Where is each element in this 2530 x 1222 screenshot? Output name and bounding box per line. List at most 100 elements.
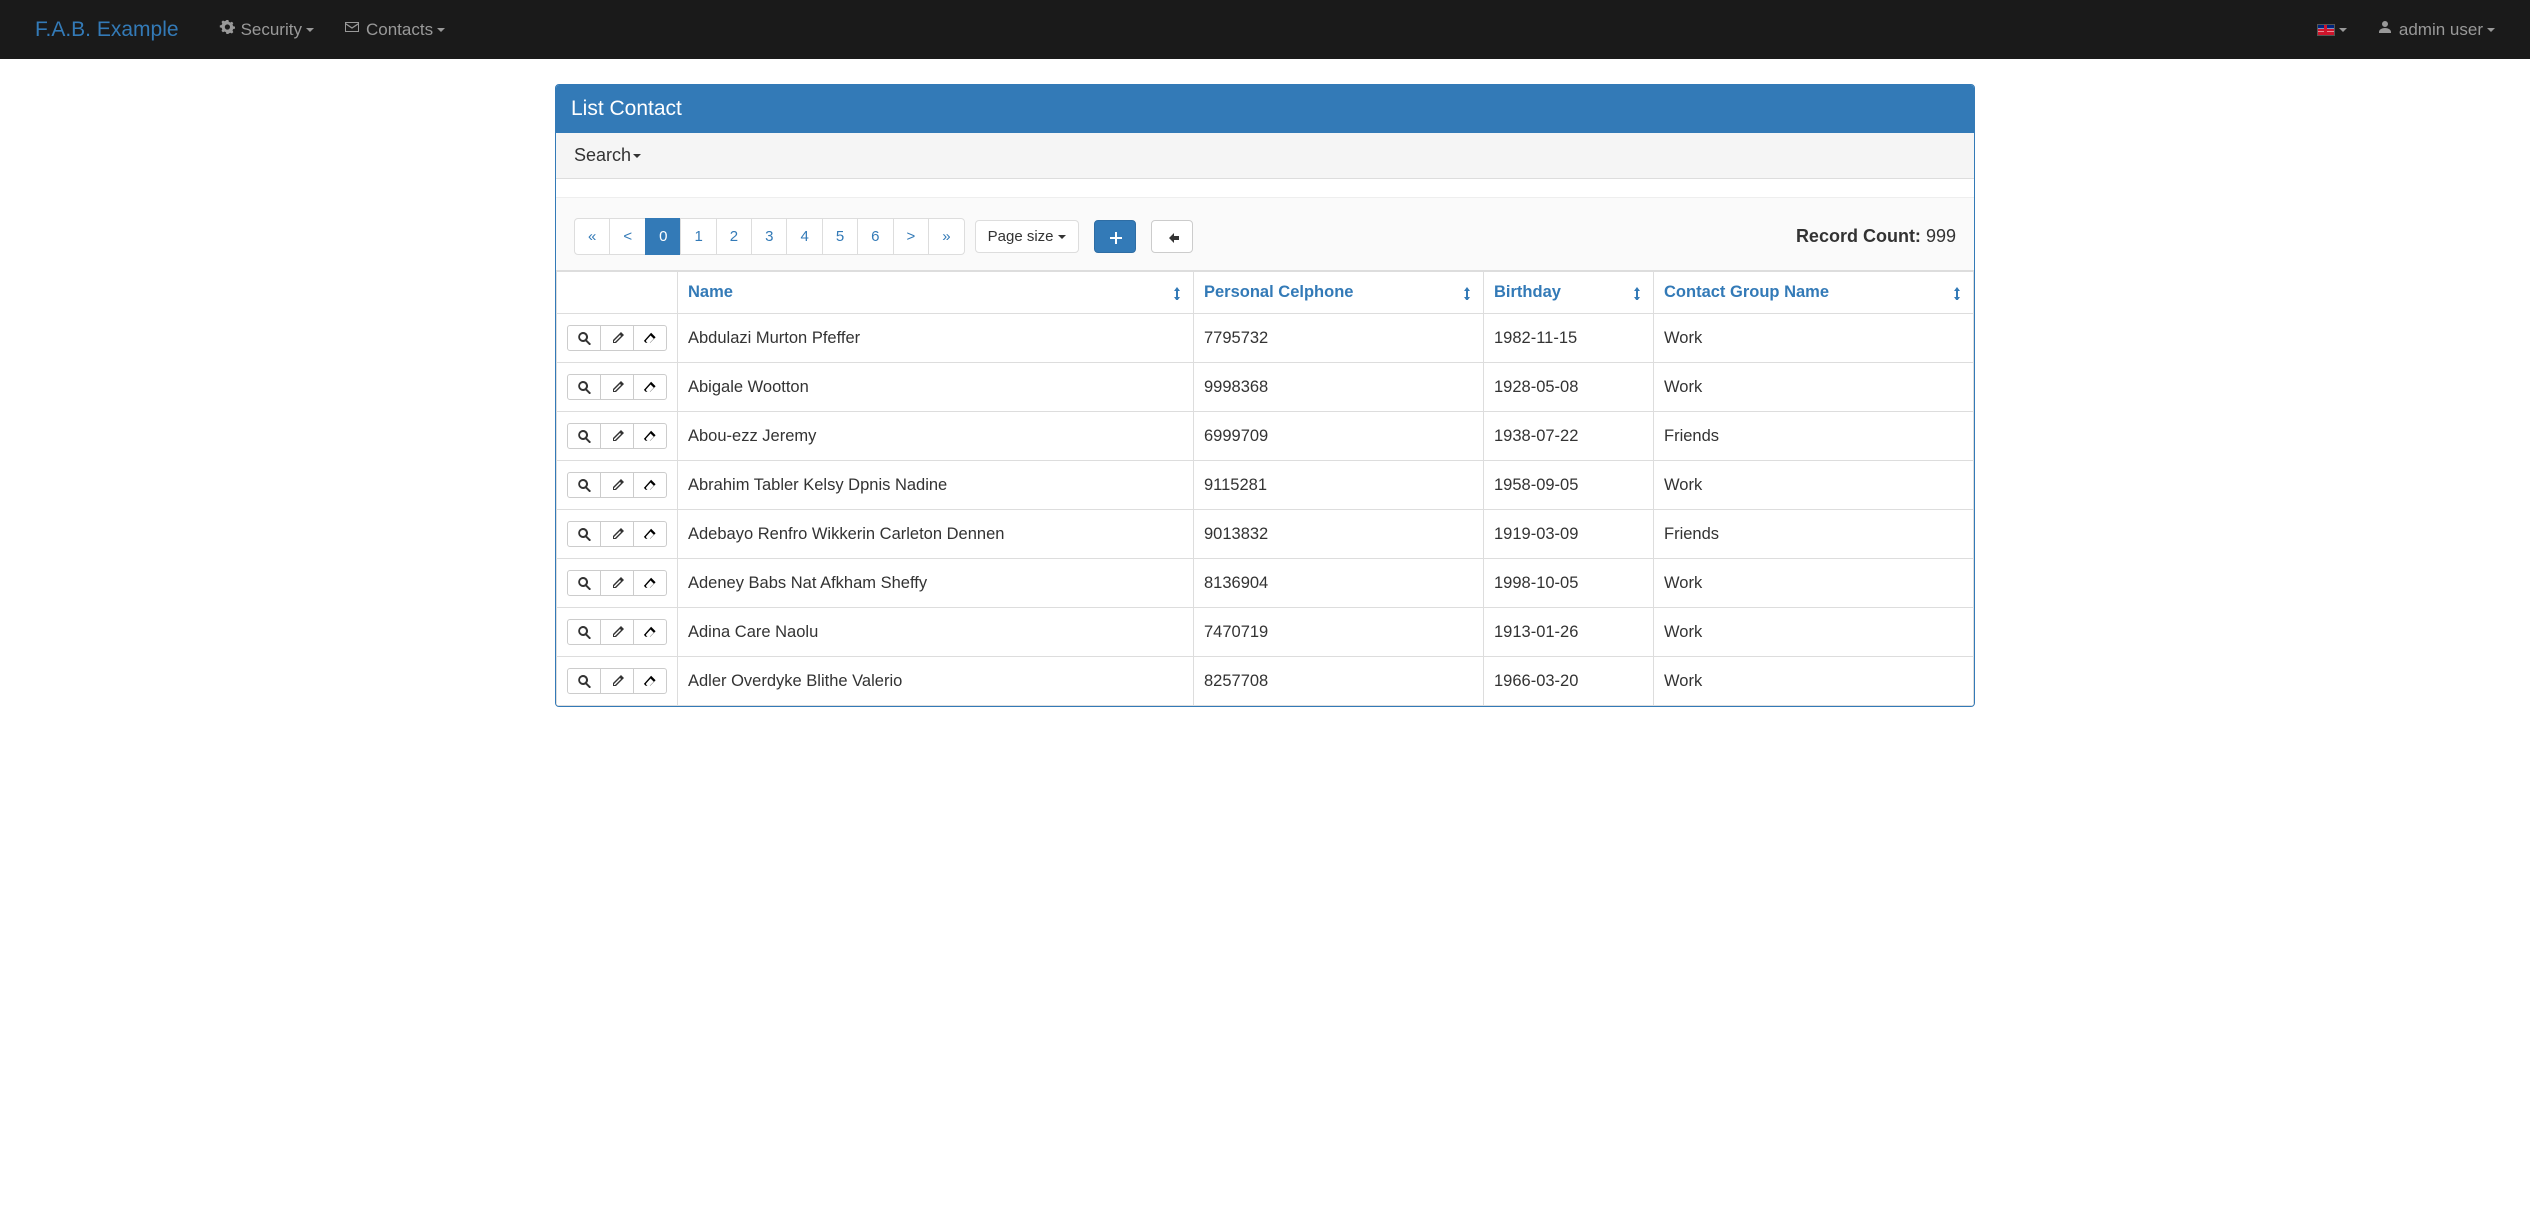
row-show-button[interactable] [567,472,601,498]
row-delete-button[interactable] [633,472,667,498]
page-btn-0[interactable]: 0 [645,218,681,255]
cell-name: Adler Overdyke Blithe Valerio [678,657,1194,706]
row-delete-button[interactable] [633,423,667,449]
row-show-button[interactable] [567,521,601,547]
page-btn-2[interactable]: 2 [716,218,752,255]
cell-group: Work [1654,461,1974,510]
sort-icon[interactable] [1629,283,1643,302]
caret-icon [306,28,314,32]
cell-birthday: 1998-10-05 [1484,559,1654,608]
record-count-value: 999 [1926,226,1956,246]
page-btn->[interactable]: > [893,218,930,255]
edit-icon [610,478,624,492]
sort-icon[interactable] [1169,283,1183,302]
table-row: Adeney Babs Nat Afkham Sheffy 8136904 19… [557,559,1974,608]
search-label: Search [574,145,631,166]
search-toggle[interactable]: Search [556,133,1974,179]
search-icon [577,380,591,394]
page-btn-1[interactable]: 1 [680,218,716,255]
row-edit-button[interactable] [600,521,634,547]
row-show-button[interactable] [567,668,601,694]
col-group: Contact Group Name [1654,272,1974,314]
search-icon [577,331,591,345]
cell-group: Work [1654,363,1974,412]
erase-icon [643,576,657,590]
user-icon [2377,19,2393,40]
row-edit-button[interactable] [600,668,634,694]
cell-celphone: 7795732 [1194,314,1484,363]
caret-icon [1058,235,1066,239]
search-icon [577,478,591,492]
sort-icon[interactable] [1949,283,1963,302]
row-delete-button[interactable] [633,570,667,596]
erase-icon [643,331,657,345]
page-size-dropdown[interactable]: Page size [975,220,1079,253]
col-celphone-link[interactable]: Personal Celphone [1204,283,1353,301]
row-delete-button[interactable] [633,668,667,694]
edit-icon [610,429,624,443]
row-show-button[interactable] [567,423,601,449]
col-name-link[interactable]: Name [688,283,733,301]
record-count: Record Count: 999 [1796,226,1956,247]
col-name: Name [678,272,1194,314]
row-show-button[interactable] [567,325,601,351]
erase-icon [643,674,657,688]
panel-title: List Contact [556,85,1974,133]
row-delete-button[interactable] [633,374,667,400]
cell-birthday: 1938-07-22 [1484,412,1654,461]
nav-security[interactable]: Security [204,0,329,59]
row-delete-button[interactable] [633,325,667,351]
page-btn-<[interactable]: < [609,218,646,255]
caret-icon [437,28,445,32]
cell-name: Abrahim Tabler Kelsy Dpnis Nadine [678,461,1194,510]
cell-name: Abigale Wootton [678,363,1194,412]
uk-flag-icon [2317,24,2335,36]
nav-user[interactable]: admin user [2362,0,2510,59]
row-show-button[interactable] [567,619,601,645]
search-icon [577,674,591,688]
nav-contacts[interactable]: Contacts [329,0,460,59]
table-row: Adler Overdyke Blithe Valerio 8257708 19… [557,657,1974,706]
row-delete-button[interactable] [633,521,667,547]
cell-group: Work [1654,314,1974,363]
cell-name: Adebayo Renfro Wikkerin Carleton Dennen [678,510,1194,559]
toolbar: «<0123456>» Page size Record Count: 999 [556,197,1974,271]
back-arrow-icon [1165,230,1179,244]
row-edit-button[interactable] [600,374,634,400]
page-btn-5[interactable]: 5 [822,218,858,255]
page-btn-»[interactable]: » [928,218,964,255]
cell-birthday: 1919-03-09 [1484,510,1654,559]
search-icon [577,625,591,639]
erase-icon [643,429,657,443]
search-icon [577,527,591,541]
add-button[interactable] [1094,220,1136,253]
cell-celphone: 9115281 [1194,461,1484,510]
back-button[interactable] [1151,220,1193,253]
row-edit-button[interactable] [600,619,634,645]
caret-icon [2487,28,2495,32]
sort-icon[interactable] [1459,283,1473,302]
cell-celphone: 8136904 [1194,559,1484,608]
col-birthday-link[interactable]: Birthday [1494,283,1561,301]
cell-celphone: 7470719 [1194,608,1484,657]
col-group-link[interactable]: Contact Group Name [1664,283,1829,301]
row-edit-button[interactable] [600,472,634,498]
row-edit-button[interactable] [600,570,634,596]
brand-link[interactable]: F.A.B. Example [20,18,194,42]
erase-icon [643,527,657,541]
page-btn-6[interactable]: 6 [857,218,893,255]
pagination: «<0123456>» [574,218,965,255]
row-edit-button[interactable] [600,423,634,449]
page-btn-3[interactable]: 3 [751,218,787,255]
row-edit-button[interactable] [600,325,634,351]
page-btn-4[interactable]: 4 [786,218,822,255]
row-delete-button[interactable] [633,619,667,645]
edit-icon [610,527,624,541]
row-show-button[interactable] [567,374,601,400]
table-row: Abrahim Tabler Kelsy Dpnis Nadine 911528… [557,461,1974,510]
row-show-button[interactable] [567,570,601,596]
page-btn-«[interactable]: « [574,218,610,255]
cell-celphone: 9998368 [1194,363,1484,412]
erase-icon [643,380,657,394]
nav-language[interactable] [2302,0,2362,59]
